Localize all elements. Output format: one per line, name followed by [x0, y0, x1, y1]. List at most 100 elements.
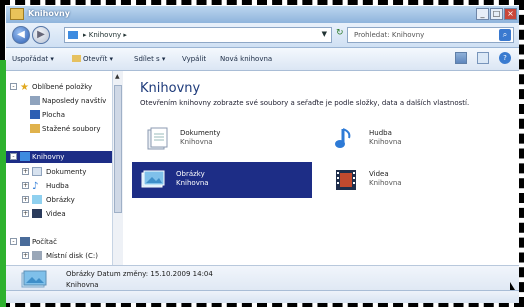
- view-options-icon[interactable]: [455, 52, 467, 64]
- window-title: Knihovny: [28, 9, 70, 18]
- details-date-value: 15.10.2009 14:04: [150, 270, 213, 278]
- sidebar-label: Videa: [46, 210, 66, 218]
- libraries-icon: [20, 152, 30, 161]
- window-controls: _ □ ×: [476, 8, 517, 20]
- library-name: Hudba: [369, 129, 392, 137]
- close-button[interactable]: ×: [504, 8, 517, 20]
- sidebar-label: Stažené soubory: [42, 125, 101, 133]
- sidebar-item-computer[interactable]: - Počítač: [6, 236, 114, 248]
- sidebar-label: Obrázky: [46, 196, 75, 204]
- sidebar-label: Oblíbené položky: [32, 83, 93, 91]
- expand-icon[interactable]: +: [22, 252, 29, 259]
- library-name: Obrázky: [176, 170, 205, 178]
- maximize-button[interactable]: □: [490, 8, 503, 20]
- search-icon[interactable]: ⌕: [499, 29, 511, 41]
- sidebar-item-downloads[interactable]: Stažené soubory: [6, 123, 114, 135]
- star-icon: ★: [20, 82, 29, 93]
- help-icon[interactable]: ?: [499, 52, 511, 64]
- bottom-edge: [6, 290, 519, 303]
- library-item-videos[interactable]: Videa Knihovna: [329, 162, 504, 198]
- details-date-label: Datum změny:: [96, 270, 149, 278]
- open-button[interactable]: Otevřít ▾: [72, 55, 113, 63]
- videos-icon: [32, 209, 42, 218]
- sidebar-item-favorites[interactable]: - ★ Oblíbené položky: [6, 81, 114, 93]
- arrow-left-icon: ◀: [17, 29, 25, 40]
- collapse-icon[interactable]: -: [10, 238, 17, 245]
- library-name: Dokumenty: [180, 129, 221, 137]
- address-field[interactable]: ▸ Knihovny ▸ ▼: [64, 27, 332, 43]
- sidebar-item-pictures[interactable]: + Obrázky: [6, 194, 114, 206]
- scrollbar-thumb[interactable]: [114, 85, 122, 213]
- sidebar-item-recent[interactable]: Naposledy navštív: [6, 95, 114, 107]
- arrow-right-icon: ▶: [37, 29, 45, 40]
- expand-icon[interactable]: +: [22, 196, 29, 203]
- pictures-icon: [32, 195, 42, 204]
- sidebar-label: Hudba: [46, 182, 69, 190]
- documents-icon: [147, 127, 168, 150]
- organize-button[interactable]: Uspořádat ▾: [12, 55, 54, 63]
- library-type: Knihovna: [369, 179, 402, 187]
- sidebar-item-music[interactable]: + ♪ Hudba: [6, 180, 114, 192]
- sidebar-item-libraries[interactable]: - Knihovny: [6, 151, 114, 163]
- burn-button[interactable]: Vypálit: [182, 55, 206, 63]
- search-placeholder: Prohledat: Knihovny: [354, 31, 425, 39]
- preview-pane-icon[interactable]: [477, 52, 489, 64]
- library-type: Knihovna: [180, 138, 213, 146]
- library-type: Knihovna: [369, 138, 402, 146]
- refresh-icon[interactable]: ↻: [336, 28, 344, 38]
- library-item-documents[interactable]: Dokumenty Knihovna: [140, 121, 315, 157]
- search-input[interactable]: Prohledat: Knihovny ⌕: [347, 27, 514, 43]
- details-line: Obrázky Datum změny: 15.10.2009 14:04: [66, 270, 213, 278]
- sidebar-scrollbar[interactable]: ▲ ▼: [112, 71, 123, 290]
- libraries-icon: [68, 31, 78, 39]
- sidebar-item-local-disk[interactable]: + Místní disk (C:): [6, 250, 114, 262]
- address-path: ▸ Knihovny ▸: [83, 31, 127, 39]
- recent-places-icon: [30, 96, 40, 105]
- sidebar-label: Místní disk (C:): [46, 252, 99, 260]
- minimize-button[interactable]: _: [476, 8, 489, 20]
- share-button[interactable]: Sdílet s ▾: [134, 55, 165, 63]
- new-library-button[interactable]: Nová knihovna: [220, 55, 272, 63]
- page-title: Knihovny: [140, 81, 201, 96]
- library-folder-icon: [10, 8, 24, 20]
- title-bar: Knihovny _ □ ×: [6, 6, 519, 23]
- collapse-icon[interactable]: -: [10, 83, 17, 90]
- page-subtitle: Otevřením knihovny zobrazte své soubory …: [140, 99, 470, 107]
- sidebar-label: Naposledy navštív: [42, 97, 107, 105]
- sidebar-label: Počítač: [32, 238, 57, 246]
- sidebar-item-documents[interactable]: + Dokumenty: [6, 166, 114, 178]
- expand-icon[interactable]: +: [22, 182, 29, 189]
- hard-drive-icon: [32, 251, 42, 260]
- view-controls: ?: [455, 52, 511, 64]
- library-item-pictures[interactable]: Obrázky Knihovna: [132, 162, 312, 198]
- scroll-up-icon[interactable]: ▲: [115, 73, 120, 80]
- library-name: Videa: [369, 170, 389, 178]
- content-pane: Knihovny Otevřením knihovny zobrazte své…: [124, 71, 519, 290]
- back-button[interactable]: ◀: [12, 26, 30, 44]
- music-icon: ♪: [32, 181, 39, 192]
- forward-button[interactable]: ▶: [32, 26, 50, 44]
- music-icon: [335, 128, 351, 148]
- folder-icon: [72, 55, 81, 62]
- mouse-cursor-icon: [510, 282, 515, 290]
- details-name: Obrázky: [66, 270, 95, 278]
- sidebar-item-desktop[interactable]: Plocha: [6, 109, 114, 121]
- desktop-icon: [30, 110, 40, 119]
- library-type: Knihovna: [176, 179, 209, 187]
- sidebar-label: Dokumenty: [46, 168, 87, 176]
- address-bar: ◀ ▶ ▸ Knihovny ▸ ▼ ↻ Prohledat: Knihovny…: [6, 23, 519, 48]
- details-pane: Obrázky Datum změny: 15.10.2009 14:04 Kn…: [6, 265, 519, 291]
- details-type: Knihovna: [66, 281, 99, 289]
- collapse-icon[interactable]: -: [10, 153, 17, 160]
- chevron-down-icon[interactable]: ▼: [322, 30, 327, 38]
- pictures-icon: [21, 270, 47, 288]
- expand-icon[interactable]: +: [22, 210, 29, 217]
- sidebar-item-videos[interactable]: + Videa: [6, 208, 114, 220]
- expand-icon[interactable]: +: [22, 168, 29, 175]
- sidebar-label: Plocha: [42, 111, 66, 119]
- downloads-icon: [30, 124, 40, 133]
- videos-icon: [336, 170, 356, 190]
- command-bar: Uspořádat ▾ Otevřít ▾ Sdílet s ▾ Vypálit…: [6, 48, 519, 71]
- library-item-music[interactable]: Hudba Knihovna: [329, 121, 504, 157]
- navigation-pane: - ★ Oblíbené položky Naposledy navštív P…: [6, 71, 123, 290]
